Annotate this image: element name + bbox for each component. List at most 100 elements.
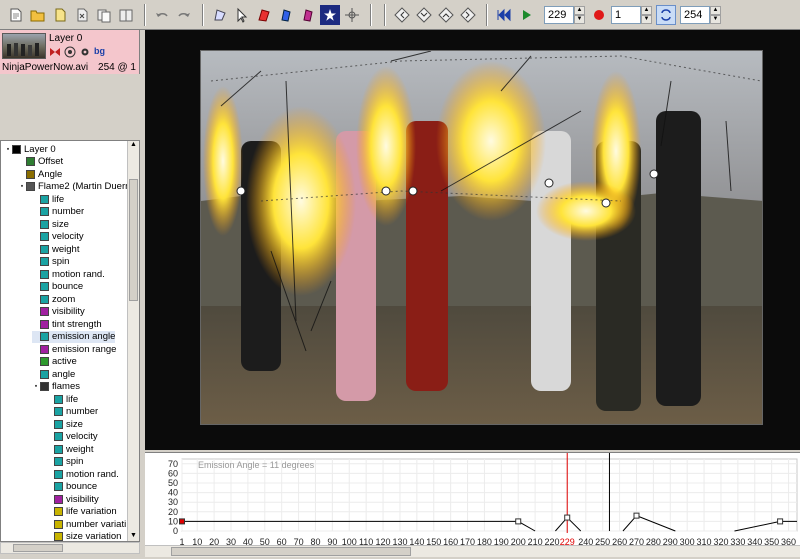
tree-item[interactable]: size variation — [46, 531, 121, 541]
redo-button[interactable] — [174, 5, 194, 25]
tree-item[interactable]: active — [32, 356, 77, 369]
bg-badge[interactable]: bg — [94, 46, 105, 58]
tree-item[interactable]: emission range — [32, 343, 116, 356]
magenta-shape-button[interactable] — [298, 5, 318, 25]
red-shape-button[interactable] — [254, 5, 274, 25]
gear-icon[interactable] — [79, 46, 91, 58]
tree-item[interactable]: spin — [32, 256, 69, 269]
tree-item[interactable]: ▪ Layer 0 — [4, 143, 56, 156]
rewind-button[interactable] — [494, 5, 514, 25]
tree-item[interactable]: zoom — [32, 293, 75, 306]
step-field[interactable]: 1 — [611, 5, 641, 24]
record-button[interactable] — [589, 5, 609, 25]
tree-vertical-scrollbar[interactable]: ▲ ▼ — [127, 141, 139, 541]
parameter-icon — [54, 432, 63, 442]
collapse-toggle-icon[interactable]: ▪ — [18, 183, 26, 190]
tree-item[interactable]: weight — [46, 443, 93, 456]
new-layer-button[interactable] — [6, 5, 26, 25]
layer-panel[interactable]: Layer 0 bg NinjaPowerNow.avi 254 @ 1 — [0, 30, 140, 74]
collapse-toggle-icon[interactable]: ▪ — [4, 146, 12, 153]
tree-item[interactable]: velocity — [32, 231, 84, 244]
undo-button[interactable] — [152, 5, 172, 25]
bow-tie-icon[interactable] — [49, 46, 61, 58]
tree-item[interactable]: number variati — [46, 518, 126, 531]
tree-item[interactable]: angle — [32, 368, 75, 381]
tree-item[interactable]: life — [46, 393, 78, 406]
tree-scroll-thumb[interactable] — [129, 179, 138, 301]
collapse-toggle-icon[interactable]: ▪ — [32, 383, 40, 390]
tree-item-label: size — [66, 418, 83, 430]
tree-item[interactable]: number — [46, 406, 98, 419]
tree-item[interactable]: Angle — [18, 168, 62, 181]
tree-item[interactable]: velocity — [46, 431, 98, 444]
graph-scroll-thumb[interactable] — [171, 547, 411, 556]
step-stepper[interactable]: ▲ ▼ — [641, 5, 652, 24]
tree-item[interactable]: size — [46, 418, 83, 431]
parameter-icon — [40, 207, 49, 217]
star-generator-button[interactable] — [320, 4, 340, 25]
tree-item[interactable]: visibility — [46, 493, 99, 506]
blue-shape-icon — [281, 8, 291, 22]
tree-item[interactable]: motion rand. — [46, 468, 119, 481]
keyframe-point[interactable] — [633, 512, 640, 519]
parameter-icon — [54, 457, 63, 467]
blue-shape-button[interactable] — [276, 5, 296, 25]
scroll-up-arrow[interactable]: ▲ — [128, 141, 139, 152]
scroll-down-arrow[interactable]: ▼ — [128, 532, 139, 541]
parameter-tree[interactable]: ▪ Layer 0 Offset Angle ▪ Flame2 (Martin Duerr… — [0, 140, 140, 542]
tree-item[interactable]: bounce — [46, 481, 97, 494]
nav-prev-button[interactable] — [392, 5, 412, 25]
target-icon[interactable] — [64, 46, 76, 58]
crosshair-button[interactable] — [342, 5, 362, 25]
loop-button[interactable] — [656, 4, 676, 25]
keyframe-point[interactable] — [179, 518, 185, 525]
tree-item[interactable]: life variation — [46, 506, 117, 519]
keyframe-graph[interactable]: 1 10 20 30 40 50 60 70 80 90 100 110 120 130 140 150 160… — [145, 452, 800, 548]
open-button[interactable] — [28, 5, 48, 25]
viewport[interactable] — [145, 30, 800, 450]
file-button[interactable] — [50, 5, 70, 25]
tree-item[interactable]: bounce — [32, 281, 83, 294]
current-frame-stepper[interactable]: ▲ ▼ — [574, 5, 585, 24]
chevron-up-icon[interactable]: ▲ — [710, 5, 721, 15]
book-button[interactable] — [116, 5, 136, 25]
end-frame-stepper[interactable]: ▲ ▼ — [710, 5, 721, 24]
graph-horizontal-scrollbar[interactable] — [145, 545, 800, 557]
tree-item[interactable]: number — [32, 206, 84, 219]
chevron-up-icon[interactable]: ▲ — [641, 5, 652, 15]
close-file-button[interactable] — [72, 5, 92, 25]
tree-item[interactable]: life — [32, 193, 64, 206]
nav-down-button[interactable] — [414, 5, 434, 25]
tree-item[interactable]: size — [32, 218, 69, 231]
graph-canvas[interactable]: 1 10 20 30 40 50 60 70 80 90 100 110 120 130 140 150 160… — [145, 453, 800, 549]
tree-item[interactable]: spin — [46, 456, 83, 469]
chevron-down-icon[interactable]: ▼ — [641, 14, 652, 24]
play-button[interactable] — [516, 5, 536, 25]
current-frame-field[interactable]: 229 — [544, 5, 574, 24]
chevron-down-icon[interactable]: ▼ — [574, 14, 585, 24]
copy-button[interactable] — [94, 5, 114, 25]
chevron-down-icon[interactable]: ▼ — [710, 14, 721, 24]
end-frame-field[interactable]: 254 — [680, 5, 710, 24]
tree-item[interactable]: ▪ Flame2 (Martin Duerr) — [18, 181, 132, 194]
nav-up-button[interactable] — [436, 5, 456, 25]
tree-item[interactable]: tint strength — [32, 318, 102, 331]
tree-item[interactable]: Offset — [18, 156, 63, 169]
keyframe-point[interactable] — [564, 514, 571, 521]
keyframe-point[interactable] — [777, 518, 784, 525]
video-frame[interactable] — [200, 50, 763, 425]
tree-horizontal-scrollbar[interactable] — [0, 542, 140, 554]
tree-item[interactable]: motion rand. — [32, 268, 105, 281]
tree-hscroll-thumb[interactable] — [13, 544, 63, 552]
select-button[interactable] — [232, 5, 252, 25]
polygon-icon — [214, 8, 226, 20]
tree-item[interactable]: ▪ flames — [32, 381, 80, 394]
polygon-button[interactable] — [210, 5, 230, 25]
tree-item[interactable]: emission angle — [32, 330, 116, 343]
tree-item-label: weight — [52, 243, 80, 255]
tree-item[interactable]: visibility — [32, 306, 85, 319]
chevron-up-icon[interactable]: ▲ — [574, 5, 585, 15]
nav-next-button[interactable] — [458, 5, 478, 25]
tree-item[interactable]: weight — [32, 243, 79, 256]
keyframe-point[interactable] — [515, 518, 522, 525]
